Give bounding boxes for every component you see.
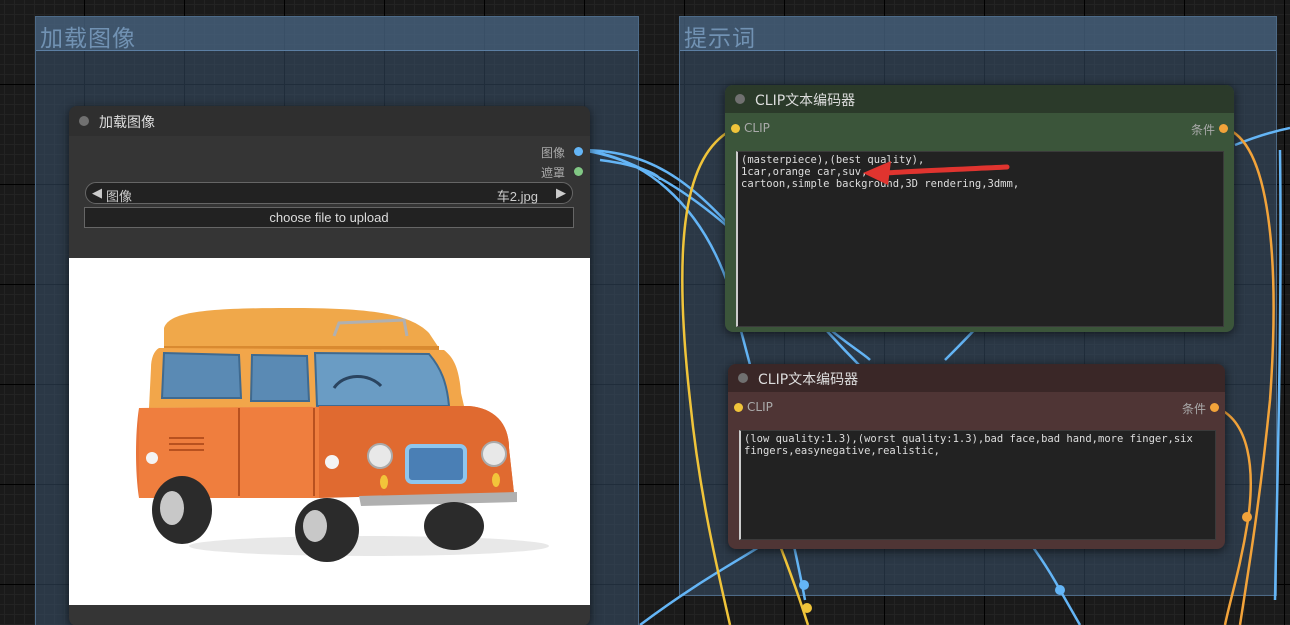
- output-slot-dot[interactable]: [1219, 124, 1228, 133]
- prompt-textarea[interactable]: (low quality:1.3),(worst quality:1.3),ba…: [739, 430, 1216, 540]
- output-slot-conditioning[interactable]: 条件: [1149, 121, 1229, 137]
- combo-prev-arrow[interactable]: ◀: [92, 185, 102, 201]
- prompt-line: fingers,easynegative,realistic,: [744, 445, 940, 457]
- annotation-arrow: [863, 161, 1010, 185]
- combo-value: 车2.jpg: [496, 189, 538, 204]
- node-collapse-dot[interactable]: [735, 94, 745, 104]
- output-slot-conditioning[interactable]: 条件: [1140, 400, 1220, 416]
- output-slot-label: 图像: [540, 146, 565, 160]
- output-slot-image[interactable]: 图像: [505, 144, 585, 160]
- output-slot-label: 遮罩: [540, 166, 565, 180]
- combo-next-arrow[interactable]: ▶: [556, 185, 566, 201]
- group-title: 提示词: [684, 26, 756, 52]
- output-slot-label: 条件: [1190, 123, 1215, 137]
- group-title-bar[interactable]: [680, 17, 1276, 51]
- combo-label: 图像: [106, 189, 133, 204]
- output-slot-dot[interactable]: [1210, 403, 1219, 412]
- upload-button[interactable]: choose file to upload: [84, 207, 574, 228]
- node-title: CLIP文本编码器: [755, 93, 856, 109]
- node-collapse-dot[interactable]: [738, 373, 748, 383]
- output-slot-mask[interactable]: 遮罩: [505, 164, 585, 180]
- wire-reroute-dot: [802, 603, 812, 613]
- image-combo-widget[interactable]: ◀ 图像 车2.jpg ▶: [85, 182, 573, 204]
- input-slot-clip[interactable]: CLIP: [730, 121, 810, 137]
- input-slot-label: CLIP: [744, 121, 770, 135]
- group-title: 加载图像: [40, 26, 136, 52]
- car-illustration: [136, 308, 549, 562]
- node-collapse-dot[interactable]: [79, 116, 89, 126]
- node-title: CLIP文本编码器: [758, 372, 859, 388]
- clip-text-encode-positive-node[interactable]: CLIP文本编码器 CLIP 条件 (masterpiece),(best qu…: [725, 85, 1234, 332]
- clip-text-encode-negative-node[interactable]: CLIP文本编码器 CLIP 条件 (low quality:1.3),(wor…: [728, 364, 1225, 549]
- input-slot-dot[interactable]: [731, 124, 740, 133]
- prompt-line: (low quality:1.3),(worst quality:1.3),ba…: [744, 433, 1193, 445]
- load-image-node[interactable]: 加载图像 图像 遮罩 ◀ 图像 车2.jpg ▶ choose file to …: [69, 106, 590, 625]
- node-title: 加载图像: [99, 115, 155, 131]
- input-slot-dot[interactable]: [734, 403, 743, 412]
- output-slot-dot[interactable]: [574, 167, 583, 176]
- output-slot-label: 条件: [1181, 402, 1206, 416]
- input-slot-label: CLIP: [747, 400, 773, 414]
- output-slot-dot[interactable]: [574, 147, 583, 156]
- image-preview: [69, 258, 590, 605]
- input-slot-clip[interactable]: CLIP: [733, 400, 813, 416]
